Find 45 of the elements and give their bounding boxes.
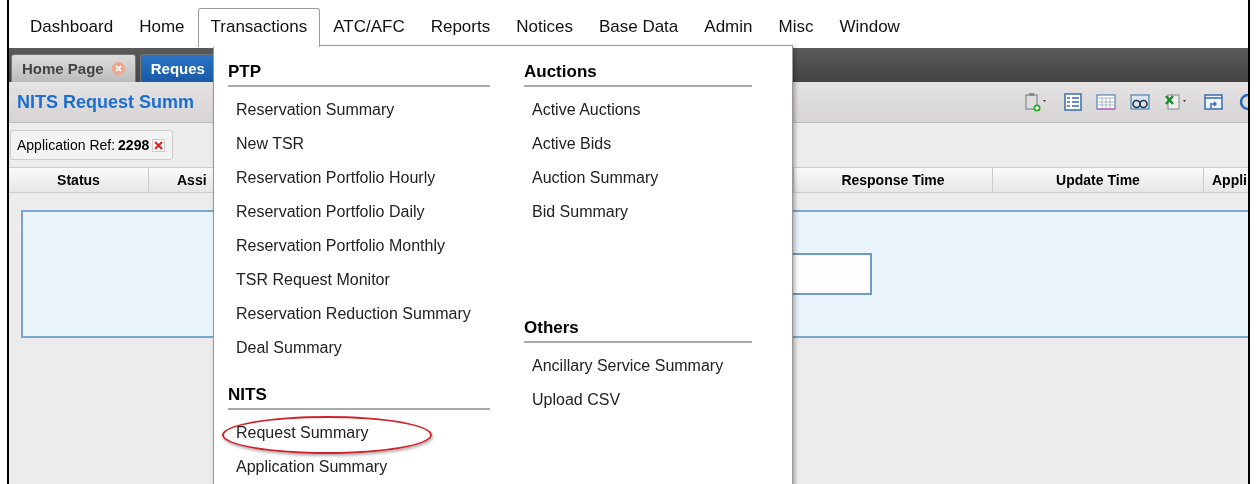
filter-label: Application Ref: <box>17 137 116 153</box>
menu-item[interactable]: Reservation Summary <box>228 93 403 127</box>
close-icon[interactable] <box>111 62 125 75</box>
tab[interactable]: Reques <box>139 54 216 82</box>
menu-item[interactable]: Notices <box>503 8 586 46</box>
menu-item[interactable]: Active Bids <box>524 127 620 161</box>
menu-item[interactable]: Reservation Portfolio Hourly <box>228 161 444 195</box>
menu-section-heading: Others <box>524 316 752 343</box>
menu-item[interactable]: Application Summary <box>228 450 396 484</box>
column-header[interactable]: Response Time <box>794 168 993 192</box>
menu-section-heading: Auctions <box>524 60 752 87</box>
menu-item[interactable]: Ancillary Service Summary <box>524 349 732 383</box>
column-header[interactable]: Status <box>9 168 149 192</box>
menu-item[interactable]: Misc <box>765 8 827 46</box>
menu-item[interactable]: Home <box>126 8 198 46</box>
menu-item[interactable]: Transactions <box>197 8 321 47</box>
column-header[interactable]: Appli <box>1204 168 1248 192</box>
grid-icon[interactable] <box>1096 93 1116 111</box>
menu-section-heading: PTP <box>228 60 490 87</box>
menu-item[interactable]: Request Summary <box>228 416 377 450</box>
menu-item[interactable]: Upload CSV <box>524 383 629 417</box>
menu-item[interactable]: Reservation Portfolio Monthly <box>228 229 453 263</box>
menu-item[interactable]: Active Auctions <box>524 93 649 127</box>
refresh-icon[interactable] <box>1238 92 1248 112</box>
menu-item[interactable]: Reservation Reduction Summary <box>228 297 479 331</box>
binoculars-icon[interactable] <box>1130 93 1150 111</box>
list-view-icon[interactable] <box>1064 93 1082 111</box>
menu-item[interactable]: ATC/AFC <box>320 8 418 46</box>
menu-item[interactable]: Reservation Portfolio Daily <box>228 195 433 229</box>
menu-item[interactable]: Auction Summary <box>524 161 667 195</box>
menu-item[interactable]: Reports <box>417 8 504 46</box>
menu-item[interactable]: Bid Summary <box>524 195 637 229</box>
panel-title: NITS Request Summ <box>17 91 195 113</box>
menu-item[interactable]: TSR Request Monitor <box>228 263 398 297</box>
column-header[interactable]: Update Time <box>993 168 1204 192</box>
menu-item[interactable]: Dashboard <box>17 8 127 46</box>
menu-item[interactable]: Window <box>826 8 913 46</box>
menu-item[interactable]: New TSR <box>228 127 313 161</box>
filter-value: 2298 <box>118 137 150 153</box>
menu-item[interactable]: Base Data <box>585 8 692 46</box>
menu-item[interactable]: Deal Summary <box>228 331 350 365</box>
close-icon[interactable] <box>152 138 166 152</box>
menu-item[interactable]: Admin <box>691 8 766 46</box>
tab[interactable]: Home Page <box>11 54 136 82</box>
menu-section-heading: NITS <box>228 383 490 410</box>
